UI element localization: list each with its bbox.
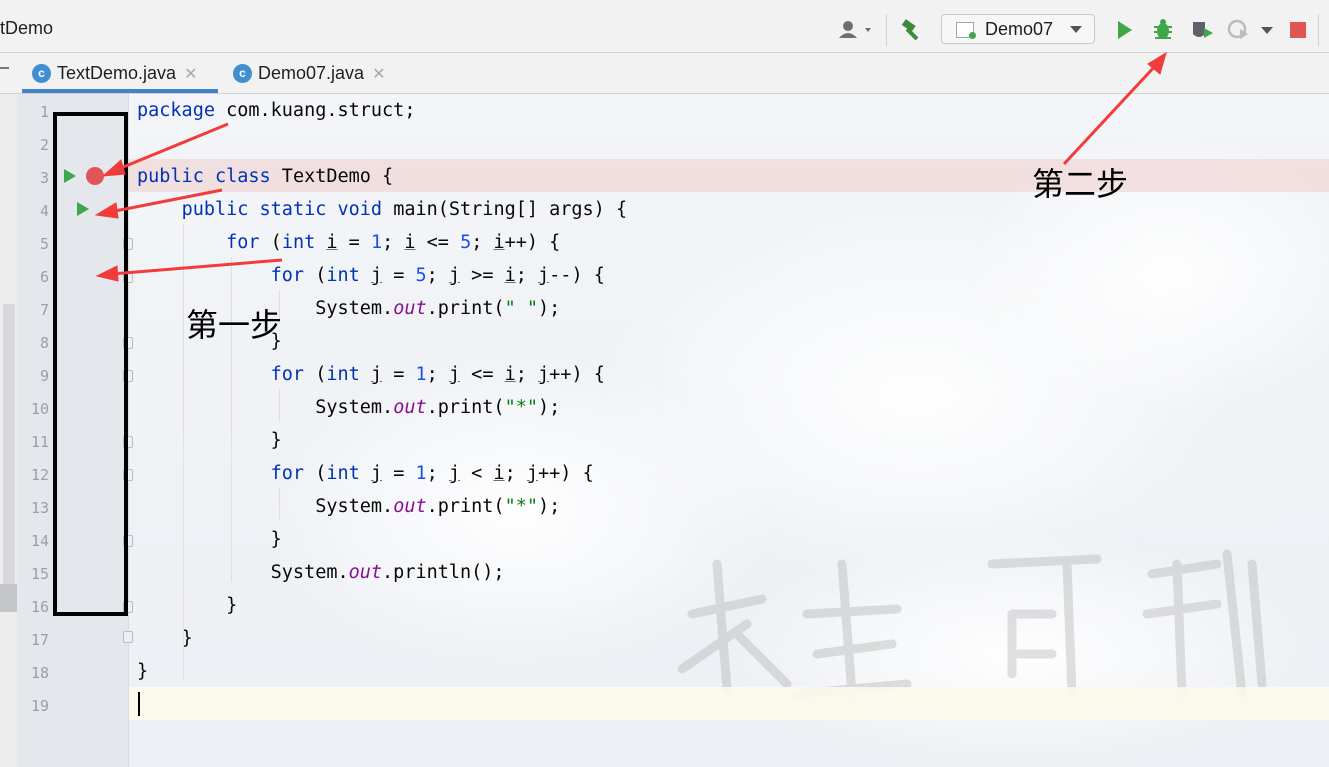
code-line[interactable]: }: [137, 430, 282, 451]
close-icon[interactable]: ✕: [372, 64, 385, 83]
java-class-icon: c: [233, 63, 252, 83]
line-number: 2: [39, 136, 49, 154]
code-line[interactable]: for (int i = 1; i <= 5; i++) {: [137, 232, 560, 253]
editor-tabs: c TextDemo.java ✕ c Demo07.java ✕: [0, 53, 1329, 94]
line-number: 15: [30, 565, 49, 583]
window-title: tDemo: [0, 18, 54, 38]
line-number: 3: [39, 169, 49, 187]
annotation-step-two: 第二步: [1032, 165, 1129, 203]
hammer-build-icon[interactable]: [897, 14, 927, 46]
code-line[interactable]: }: [137, 595, 237, 616]
line-number: 10: [30, 400, 49, 418]
text-caret: [138, 692, 140, 716]
tab-demo07[interactable]: c Demo07.java ✕: [233, 53, 385, 93]
line-number: 5: [39, 235, 49, 253]
toolbar-separator: [1318, 14, 1319, 46]
code-line[interactable]: }: [137, 661, 148, 682]
code-line[interactable]: for (int j = 1; j < i; j++) {: [137, 463, 594, 484]
line-number: 14: [30, 532, 49, 550]
code-line[interactable]: System.out.print("*");: [137, 496, 560, 517]
main-toolbar: tDemo Demo07: [0, 0, 1329, 53]
indent-guide: [279, 488, 280, 521]
code-line[interactable]: System.out.print("*");: [137, 397, 560, 418]
scrollbar-thumb[interactable]: [0, 584, 17, 612]
run-configuration-select[interactable]: Demo07: [941, 14, 1095, 44]
code-line[interactable]: public class TextDemo {: [137, 166, 393, 187]
config-status-dot: [969, 32, 976, 39]
line-number: 1: [39, 103, 49, 121]
chevron-down-icon: [1070, 26, 1082, 33]
left-tool-strip: [0, 94, 18, 767]
annotation-step-one: 第一步: [186, 306, 283, 344]
gutter-highlight-box: [53, 112, 128, 616]
menu-icon[interactable]: [0, 67, 9, 69]
code-line[interactable]: for (int j = 5; j >= i; j--) {: [137, 265, 605, 286]
coverage-icon[interactable]: [1189, 14, 1215, 46]
code-line[interactable]: }: [137, 628, 193, 649]
line-number: 9: [39, 367, 49, 385]
line-number: 18: [30, 664, 49, 682]
indent-guide: [279, 389, 280, 422]
active-tab-indicator: [22, 89, 218, 93]
stop-icon[interactable]: [1286, 14, 1310, 46]
code-line[interactable]: }: [137, 529, 282, 550]
run-config-label: Demo07: [985, 18, 1054, 39]
line-number: 16: [30, 598, 49, 616]
debug-icon[interactable]: [1150, 14, 1176, 46]
code-line[interactable]: package com.kuang.struct;: [137, 100, 415, 121]
profile-icon[interactable]: [1226, 14, 1252, 46]
code-line[interactable]: for (int j = 1; j <= i; j++) {: [137, 364, 605, 385]
line-number: 7: [39, 301, 49, 319]
chevron-down-icon[interactable]: [1258, 14, 1276, 46]
close-icon[interactable]: ✕: [184, 64, 197, 83]
current-line-highlight: [128, 687, 1329, 720]
fold-marker-icon[interactable]: [123, 631, 133, 643]
scroll-track: [3, 304, 15, 584]
tab-label: Demo07.java: [258, 62, 365, 83]
line-number: 8: [39, 334, 49, 352]
indent-guide: [183, 224, 184, 679]
code-line[interactable]: public static void main(String[] args) {: [137, 199, 628, 220]
tab-textdemo[interactable]: c TextDemo.java ✕: [32, 53, 197, 93]
line-number: 19: [30, 697, 49, 715]
line-number: 13: [30, 499, 49, 517]
line-number: 12: [30, 466, 49, 484]
line-number: 4: [39, 202, 49, 220]
run-icon[interactable]: [1113, 14, 1137, 46]
java-class-icon: c: [32, 63, 51, 83]
tab-label: TextDemo.java: [57, 62, 177, 83]
user-icon[interactable]: [834, 14, 876, 46]
line-number: 17: [30, 631, 49, 649]
code-line[interactable]: System.out.println();: [137, 562, 505, 583]
line-number: 11: [30, 433, 49, 451]
code-editor[interactable]: 1 2 3 4 5 6 7 8 9 10 11 12 13 14 15 16 17 18 19 package co…: [17, 94, 1329, 767]
line-number: 6: [39, 268, 49, 286]
toolbar-separator: [886, 14, 887, 46]
